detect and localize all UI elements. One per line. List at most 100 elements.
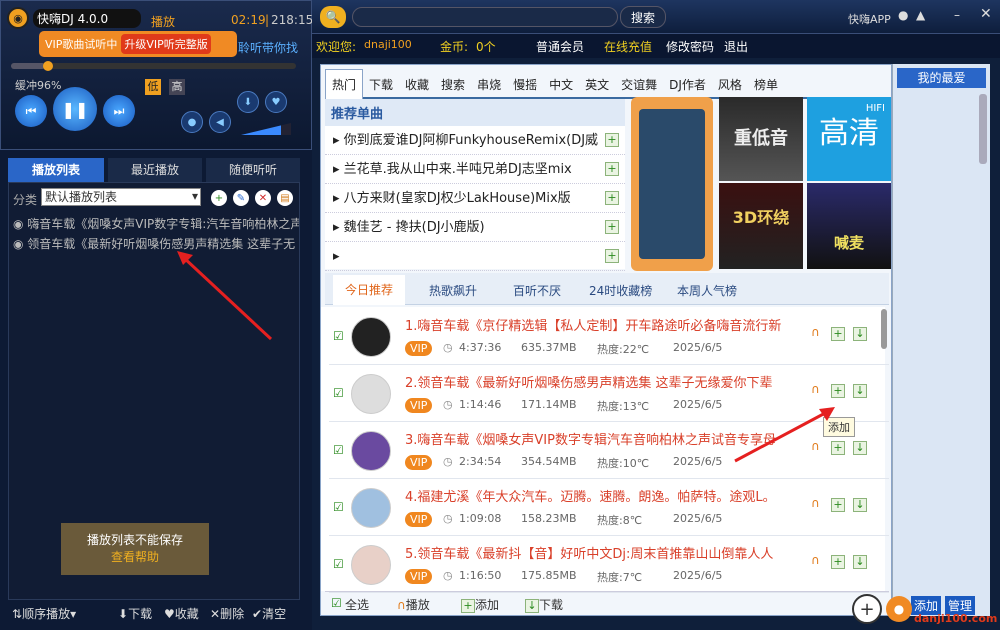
song-checkbox[interactable]: ☑ xyxy=(333,443,344,457)
song-row[interactable]: ☑ 4.福建尤溪《年大众汽车。迈腾。速腾。朗逸。帕萨特。途观L。 VIP ◷ 1… xyxy=(329,480,889,536)
quality-high-button[interactable]: 高 xyxy=(169,79,185,95)
play-selected-button[interactable]: ∩播放 xyxy=(397,596,430,613)
download-button[interactable]: ⬇下载 xyxy=(118,605,152,622)
download-selected-button[interactable]: ↓ 下载 xyxy=(525,596,563,613)
download-icon[interactable]: ↓ xyxy=(853,498,867,512)
add-icon[interactable]: + xyxy=(605,249,619,263)
play-icon[interactable]: ∩ xyxy=(811,553,820,567)
download-icon[interactable]: ↓ xyxy=(853,555,867,569)
download-icon[interactable]: ↓ xyxy=(853,441,867,455)
thumb-3d[interactable]: 3D环绕 xyxy=(719,183,803,269)
recommend-item[interactable]: ▸ 你到底爱谁DJ阿柳FunkyhouseRemix(DJ威 + xyxy=(325,126,625,155)
song-checkbox[interactable]: ☑ xyxy=(333,329,344,343)
vip-banner[interactable]: VIP歌曲试听中 升级VIP听完整版 xyxy=(39,31,237,57)
search-icon[interactable]: 🔍 xyxy=(320,6,346,28)
mode-icon[interactable]: ● xyxy=(181,111,203,133)
thumb-bass[interactable]: 重低音 xyxy=(719,97,803,181)
add-list-icon[interactable]: + xyxy=(211,190,227,206)
upgrade-vip-button[interactable]: 升级VIP听完整版 xyxy=(121,34,211,54)
logout-link[interactable]: 退出 xyxy=(724,38,748,55)
quality-low-button[interactable]: 低 xyxy=(145,79,161,95)
progress-bar[interactable] xyxy=(11,63,296,69)
clear-button[interactable]: ✔清空 xyxy=(252,605,286,622)
search-button[interactable]: 搜索 xyxy=(620,6,666,28)
minimize-button[interactable]: – xyxy=(954,8,960,22)
play-icon[interactable]: ∩ xyxy=(811,382,820,396)
recommend-item[interactable]: ▸ 魏佳艺 - 搀扶(DJ小鹿版) + xyxy=(325,213,625,242)
song-row[interactable]: ☑ 1.嗨音车载《京仔精选辑【私人定制】开车路途听必备嗨音流行新 VIP ◷ 4… xyxy=(329,309,889,365)
next-button[interactable]: ⏭ xyxy=(103,95,135,127)
play-order-button[interactable]: ⇅顺序播放▾ xyxy=(12,605,76,622)
tab-slow[interactable]: 慢摇 xyxy=(507,70,543,100)
playlist-item[interactable]: ◉ 嗨音车载《烟嗓女声VIP数字专辑:汽车音响柏林之声 xyxy=(13,215,299,232)
volume-bars[interactable] xyxy=(241,123,291,135)
recommend-item[interactable]: ▸ + xyxy=(325,242,625,271)
subtab-rising[interactable]: 热歌飙升 xyxy=(429,282,477,299)
apple-icon[interactable]: ● xyxy=(898,8,908,22)
tab-favorites[interactable]: 收藏 xyxy=(399,70,435,100)
song-title[interactable]: 5.领音车载《最新抖【音】好听中文Dj:周末首推靠山山倒靠人人 xyxy=(405,543,801,562)
prev-button[interactable]: ⏮ xyxy=(15,95,47,127)
pause-button[interactable]: ❚❚ xyxy=(53,87,97,131)
download-round-icon[interactable]: ⬇ xyxy=(237,91,259,113)
add-icon[interactable]: + xyxy=(605,220,619,234)
tab-download[interactable]: 下载 xyxy=(363,70,399,100)
favorite-button[interactable]: ♥收藏 xyxy=(164,605,199,622)
tab-playlist[interactable]: 播放列表 xyxy=(8,158,104,182)
tab-dj-author[interactable]: DJ作者 xyxy=(663,70,712,100)
tab-style[interactable]: 风格 xyxy=(712,70,748,100)
edit-list-icon[interactable]: ✎ xyxy=(233,190,249,206)
android-icon[interactable]: ▲ xyxy=(916,8,925,22)
tab-english[interactable]: 英文 xyxy=(579,70,615,100)
tab-random[interactable]: 随便听听 xyxy=(206,158,300,182)
song-title[interactable]: 2.领音车载《最新好听烟嗓伤感男声精选集 这辈子无缘爱你下辈 xyxy=(405,372,801,391)
search-input[interactable] xyxy=(352,7,618,27)
recommend-item[interactable]: ▸ 兰花草.我从山中来.半吨兄弟DJ志坚mix + xyxy=(325,155,625,184)
change-password-link[interactable]: 修改密码 xyxy=(666,38,714,55)
song-checkbox[interactable]: ☑ xyxy=(333,557,344,571)
tab-recent[interactable]: 最近播放 xyxy=(108,158,202,182)
save-list-icon[interactable]: ▤ xyxy=(277,190,293,206)
tab-medley[interactable]: 串烧 xyxy=(471,70,507,100)
progress-knob[interactable] xyxy=(43,61,53,71)
song-checkbox[interactable]: ☑ xyxy=(333,500,344,514)
subtab-classic[interactable]: 百听不厌 xyxy=(513,282,561,299)
tab-charts[interactable]: 榜单 xyxy=(748,70,784,100)
song-checkbox[interactable]: ☑ xyxy=(333,386,344,400)
add-icon[interactable]: + xyxy=(831,327,845,341)
thumb-mc[interactable]: 喊麦 xyxy=(807,183,891,269)
heart-icon[interactable]: ♥ xyxy=(265,91,287,113)
song-row[interactable]: ☑ 5.领音车载《最新抖【音】好听中文Dj:周末首推靠山山倒靠人人 VIP ◷ … xyxy=(329,537,889,593)
play-icon[interactable]: ∩ xyxy=(811,325,820,339)
add-icon[interactable]: + xyxy=(831,384,845,398)
tab-chinese[interactable]: 中文 xyxy=(543,70,579,100)
delete-list-icon[interactable]: ✕ xyxy=(255,190,271,206)
add-icon[interactable]: + xyxy=(605,191,619,205)
volume-icon[interactable]: ◀ xyxy=(209,111,231,133)
favorites-scrollbar[interactable] xyxy=(979,94,987,164)
delete-button[interactable]: ✕删除 xyxy=(210,605,244,622)
subtab-weekly[interactable]: 本周人气榜 xyxy=(677,282,737,299)
app-download-label[interactable]: 快嗨APP xyxy=(848,11,891,27)
download-icon[interactable]: ↓ xyxy=(853,327,867,341)
tab-ballroom[interactable]: 交谊舞 xyxy=(615,70,663,100)
add-icon[interactable]: + xyxy=(831,498,845,512)
song-title[interactable]: 4.福建尤溪《年大众汽车。迈腾。速腾。朗逸。帕萨特。途观L。 xyxy=(405,486,801,505)
select-all-checkbox[interactable]: ☑ xyxy=(331,596,342,610)
favorites-title[interactable]: 我的最爱 xyxy=(897,68,986,88)
subtab-today[interactable]: 今日推荐 xyxy=(333,275,405,305)
recommend-item[interactable]: ▸ 八方来财(皇家DJ权少LakHouse)Mix版 + xyxy=(325,184,625,213)
scrollbar[interactable] xyxy=(881,309,887,349)
add-selected-button[interactable]: + 添加 xyxy=(461,596,499,613)
subtab-24h[interactable]: 24时收藏榜 xyxy=(589,282,652,299)
recharge-link[interactable]: 在线充值 xyxy=(604,38,652,55)
add-icon[interactable]: + xyxy=(605,162,619,176)
download-icon[interactable]: ↓ xyxy=(853,384,867,398)
help-link[interactable]: 查看帮助 xyxy=(61,548,209,565)
add-icon[interactable]: + xyxy=(605,133,619,147)
phone-banner[interactable] xyxy=(631,97,713,271)
tab-hot[interactable]: 热门 xyxy=(325,69,364,100)
category-select[interactable]: 默认播放列表 ▾ xyxy=(41,188,201,206)
close-button[interactable]: ✕ xyxy=(980,6,992,22)
play-icon[interactable]: ∩ xyxy=(811,496,820,510)
